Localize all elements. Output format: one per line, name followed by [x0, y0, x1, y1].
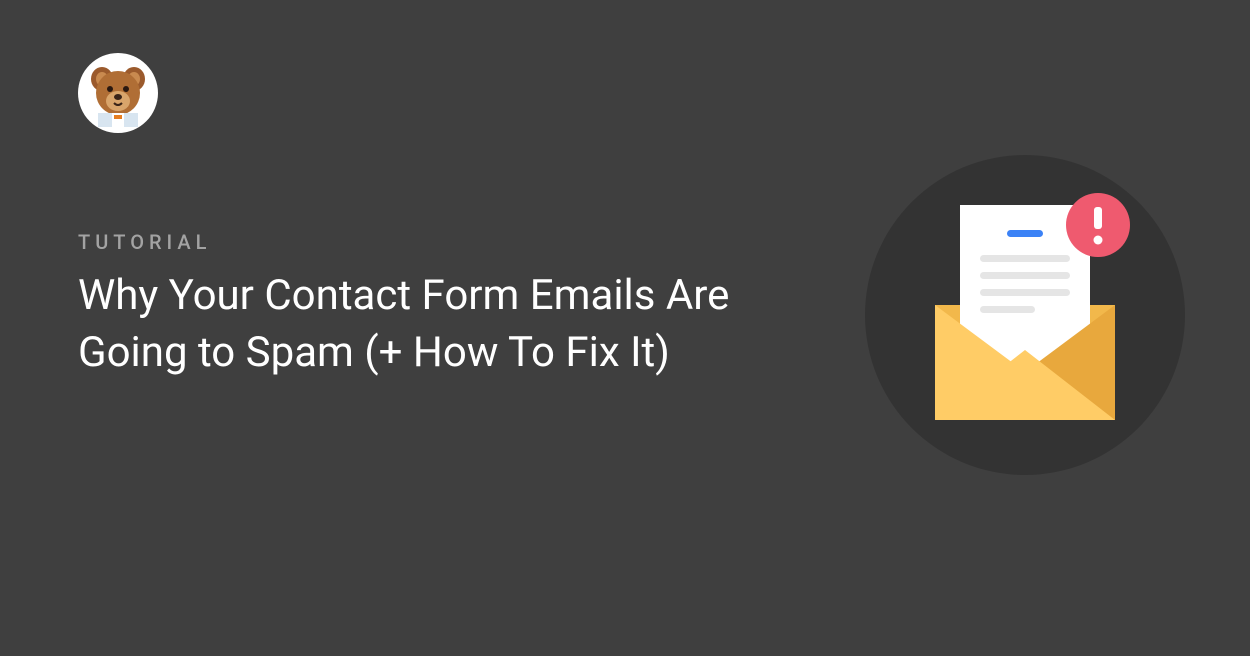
article-content: TUTORIAL Why Your Contact Form Emails Ar…: [78, 230, 798, 381]
email-spam-illustration: [860, 150, 1190, 480]
article-category: TUTORIAL: [78, 230, 798, 254]
wpforms-bear-icon: [84, 59, 152, 127]
email-alert-icon: [860, 150, 1190, 480]
article-title: Why Your Contact Form Emails Are Going t…: [78, 268, 798, 381]
author-avatar: [78, 53, 158, 133]
